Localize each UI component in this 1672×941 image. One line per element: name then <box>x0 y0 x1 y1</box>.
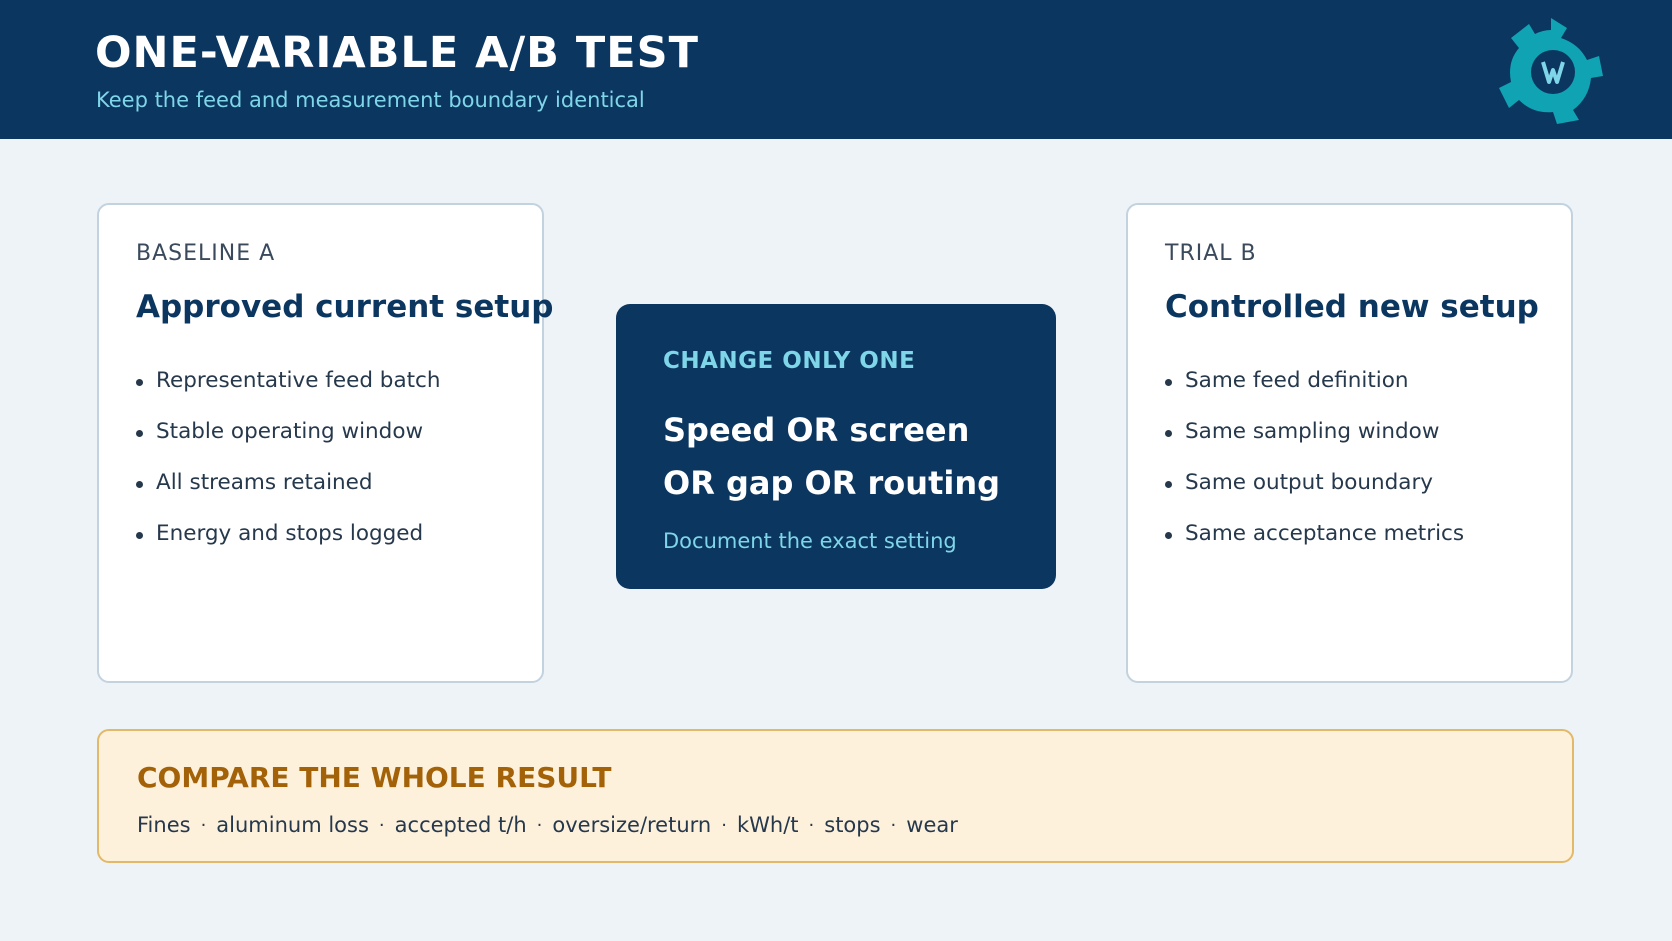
baseline-heading: Approved current setup <box>136 289 554 325</box>
list-item: Same sampling window <box>1165 419 1464 470</box>
list-item: All streams retained <box>136 470 441 521</box>
list-item: Energy and stops logged <box>136 521 441 572</box>
separator: · <box>378 814 385 836</box>
baseline-card: BASELINE A Approved current setup Repres… <box>97 203 553 683</box>
trial-list: Same feed definition Same sampling windo… <box>1165 368 1464 572</box>
list-item: Representative feed batch <box>136 368 441 419</box>
trial-card: TRIAL B Controlled new setup Same feed d… <box>1126 203 1573 683</box>
metric: kWh/t <box>736 813 799 837</box>
compare-title: COMPARE THE WHOLE RESULT <box>137 761 612 794</box>
page-subtitle: Keep the feed and measurement boundary i… <box>96 88 645 112</box>
separator: · <box>890 814 897 836</box>
compare-result-panel: COMPARE THE WHOLE RESULT Fines · aluminu… <box>97 729 1574 863</box>
change-only-one-card: CHANGE ONLY ONE Speed OR screen OR gap O… <box>616 304 1056 589</box>
header-bar: ONE-VARIABLE A/B TEST Keep the feed and … <box>0 0 1672 139</box>
metric: accepted t/h <box>394 813 527 837</box>
metric: stops <box>824 813 881 837</box>
metric: wear <box>906 813 958 837</box>
trial-label: TRIAL B <box>1165 241 1257 266</box>
metric: aluminum loss <box>216 813 369 837</box>
metric: oversize/return <box>552 813 712 837</box>
change-options-line-1: Speed OR screen <box>663 411 970 449</box>
separator: · <box>200 814 207 836</box>
page-title: ONE-VARIABLE A/B TEST <box>95 28 699 78</box>
trial-heading: Controlled new setup <box>1165 289 1539 325</box>
metric: Fines <box>137 813 191 837</box>
gear-logo-icon <box>1499 18 1603 124</box>
list-item: Same output boundary <box>1165 470 1464 521</box>
separator: · <box>721 814 727 836</box>
separator: · <box>808 814 815 836</box>
separator: · <box>536 814 543 836</box>
list-item: Same acceptance metrics <box>1165 521 1464 572</box>
list-item: Same feed definition <box>1165 368 1464 419</box>
baseline-list: Representative feed batch Stable operati… <box>136 368 441 572</box>
compare-metrics: Fines · aluminum loss · accepted t/h · o… <box>137 813 958 837</box>
change-label: CHANGE ONLY ONE <box>663 348 916 374</box>
change-options-line-2: OR gap OR routing <box>663 464 1001 502</box>
list-item: Stable operating window <box>136 419 441 470</box>
baseline-label: BASELINE A <box>136 241 276 266</box>
change-note: Document the exact setting <box>663 529 957 553</box>
